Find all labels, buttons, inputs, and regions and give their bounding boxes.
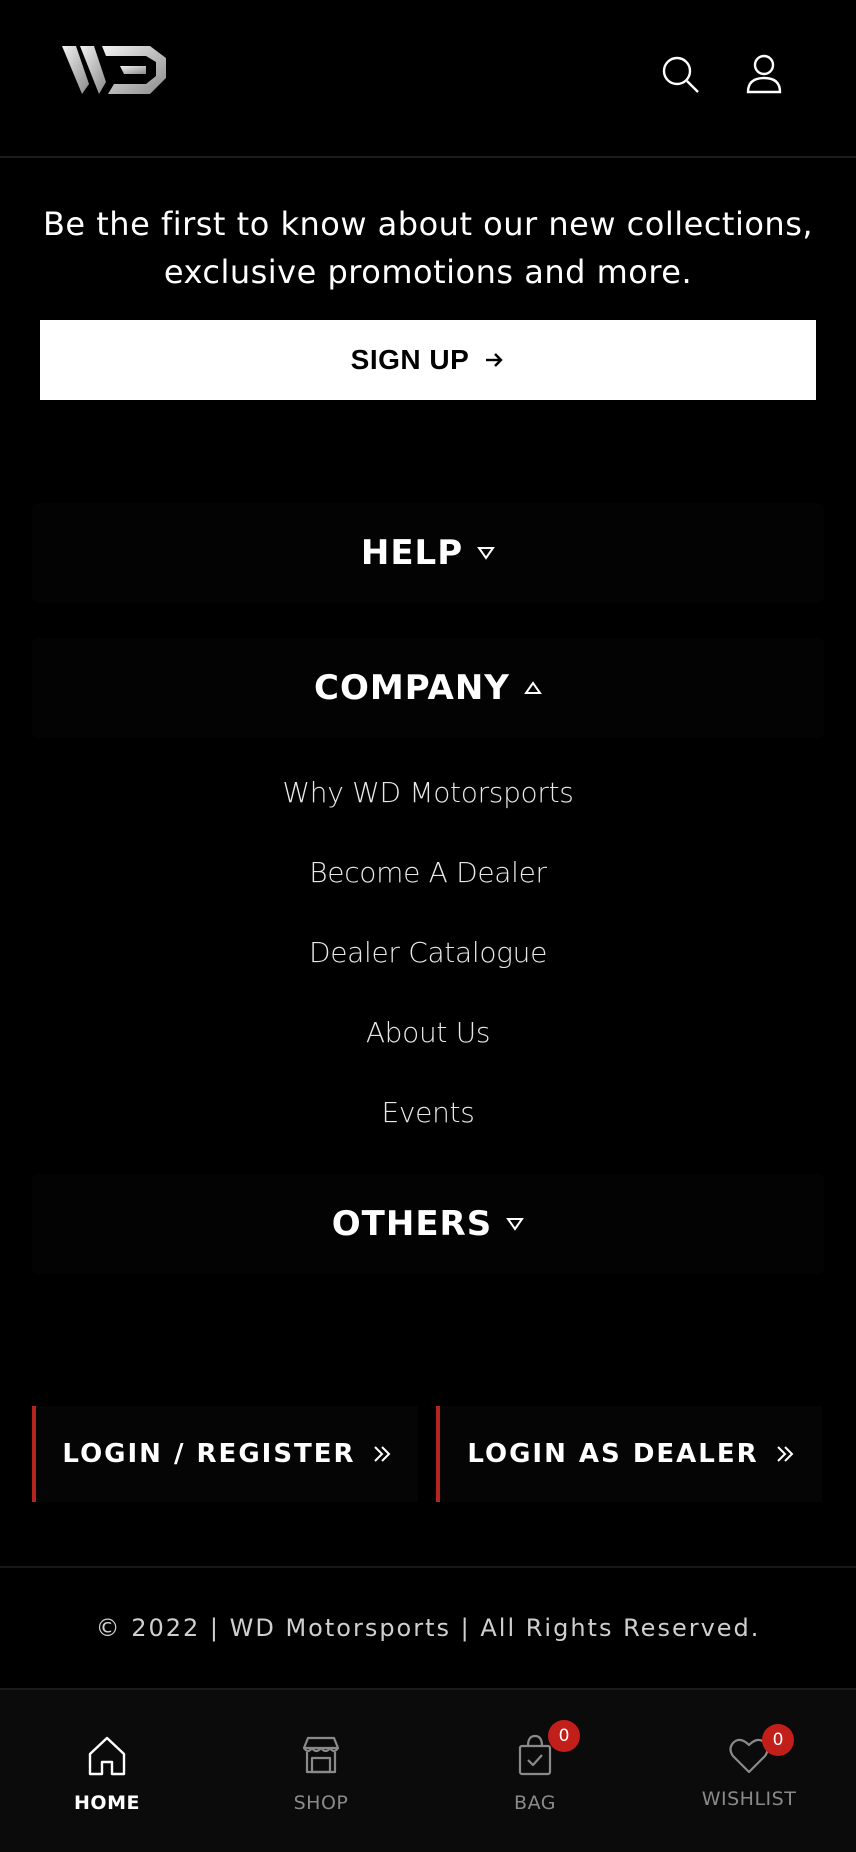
- shop-icon: [298, 1732, 344, 1778]
- nav-bag[interactable]: 0 BAG: [428, 1690, 642, 1852]
- double-chevron-right-icon: [776, 1446, 794, 1462]
- others-accordion-header[interactable]: OTHERS: [32, 1174, 824, 1274]
- nav-wishlist[interactable]: 0 WISHLIST: [642, 1690, 856, 1852]
- newsletter-line-1: Be the first to know about our new colle…: [42, 205, 814, 243]
- nav-shop[interactable]: SHOP: [214, 1690, 428, 1852]
- link-about-us[interactable]: About Us: [0, 1016, 856, 1049]
- wd-logo[interactable]: [62, 44, 168, 96]
- link-events[interactable]: Events: [0, 1096, 856, 1129]
- help-title: HELP: [360, 533, 464, 573]
- arrow-right-icon: [486, 353, 504, 367]
- login-register-label: LOGIN / REGISTER: [62, 1439, 356, 1469]
- login-register-button[interactable]: LOGIN / REGISTER: [32, 1406, 418, 1502]
- shopping-bag-icon: 0: [512, 1720, 580, 1778]
- copyright-text: © 2022 | WD Motorsports | All Rights Res…: [95, 1614, 761, 1642]
- newsletter-line-2: exclusive promotions and more.: [163, 253, 693, 291]
- heart-icon: 0: [726, 1724, 794, 1778]
- newsletter-text: Be the first to know about our new colle…: [0, 200, 856, 296]
- site-header: [0, 0, 856, 158]
- link-become-a-dealer[interactable]: Become A Dealer: [0, 856, 856, 889]
- bag-count-badge: 0: [548, 1720, 580, 1752]
- link-dealer-catalogue[interactable]: Dealer Catalogue: [0, 936, 856, 969]
- caret-down-icon: [506, 1218, 525, 1231]
- caret-down-icon: [477, 547, 496, 560]
- link-why-wd-motorsports[interactable]: Why WD Motorsports: [0, 776, 856, 809]
- nav-home-label: HOME: [74, 1792, 140, 1814]
- company-title: COMPANY: [314, 668, 510, 708]
- nav-home[interactable]: HOME: [0, 1690, 214, 1852]
- nav-wishlist-label: WISHLIST: [701, 1788, 797, 1810]
- login-dealer-label: LOGIN AS DEALER: [467, 1439, 759, 1469]
- caret-up-icon: [524, 681, 542, 694]
- nav-shop-label: SHOP: [293, 1792, 349, 1814]
- sign-up-button[interactable]: SIGN UP: [40, 320, 816, 400]
- double-chevron-right-icon: [373, 1446, 390, 1462]
- login-dealer-button[interactable]: LOGIN AS DEALER: [436, 1406, 822, 1502]
- home-icon: [84, 1732, 130, 1778]
- footer-copyright-bar: © 2022 | WD Motorsports | All Rights Res…: [0, 1566, 856, 1688]
- others-title: OTHERS: [331, 1204, 493, 1244]
- search-icon[interactable]: [658, 52, 702, 96]
- sign-up-label: SIGN UP: [350, 344, 470, 375]
- nav-bag-label: BAG: [514, 1792, 556, 1814]
- bottom-navigation: HOME SHOP 0 BAG 0 WISHLIST: [0, 1688, 856, 1852]
- wishlist-count-badge: 0: [762, 1724, 794, 1756]
- company-accordion-header[interactable]: COMPANY: [32, 638, 824, 738]
- user-icon[interactable]: [742, 52, 786, 96]
- help-accordion-header[interactable]: HELP: [32, 503, 824, 603]
